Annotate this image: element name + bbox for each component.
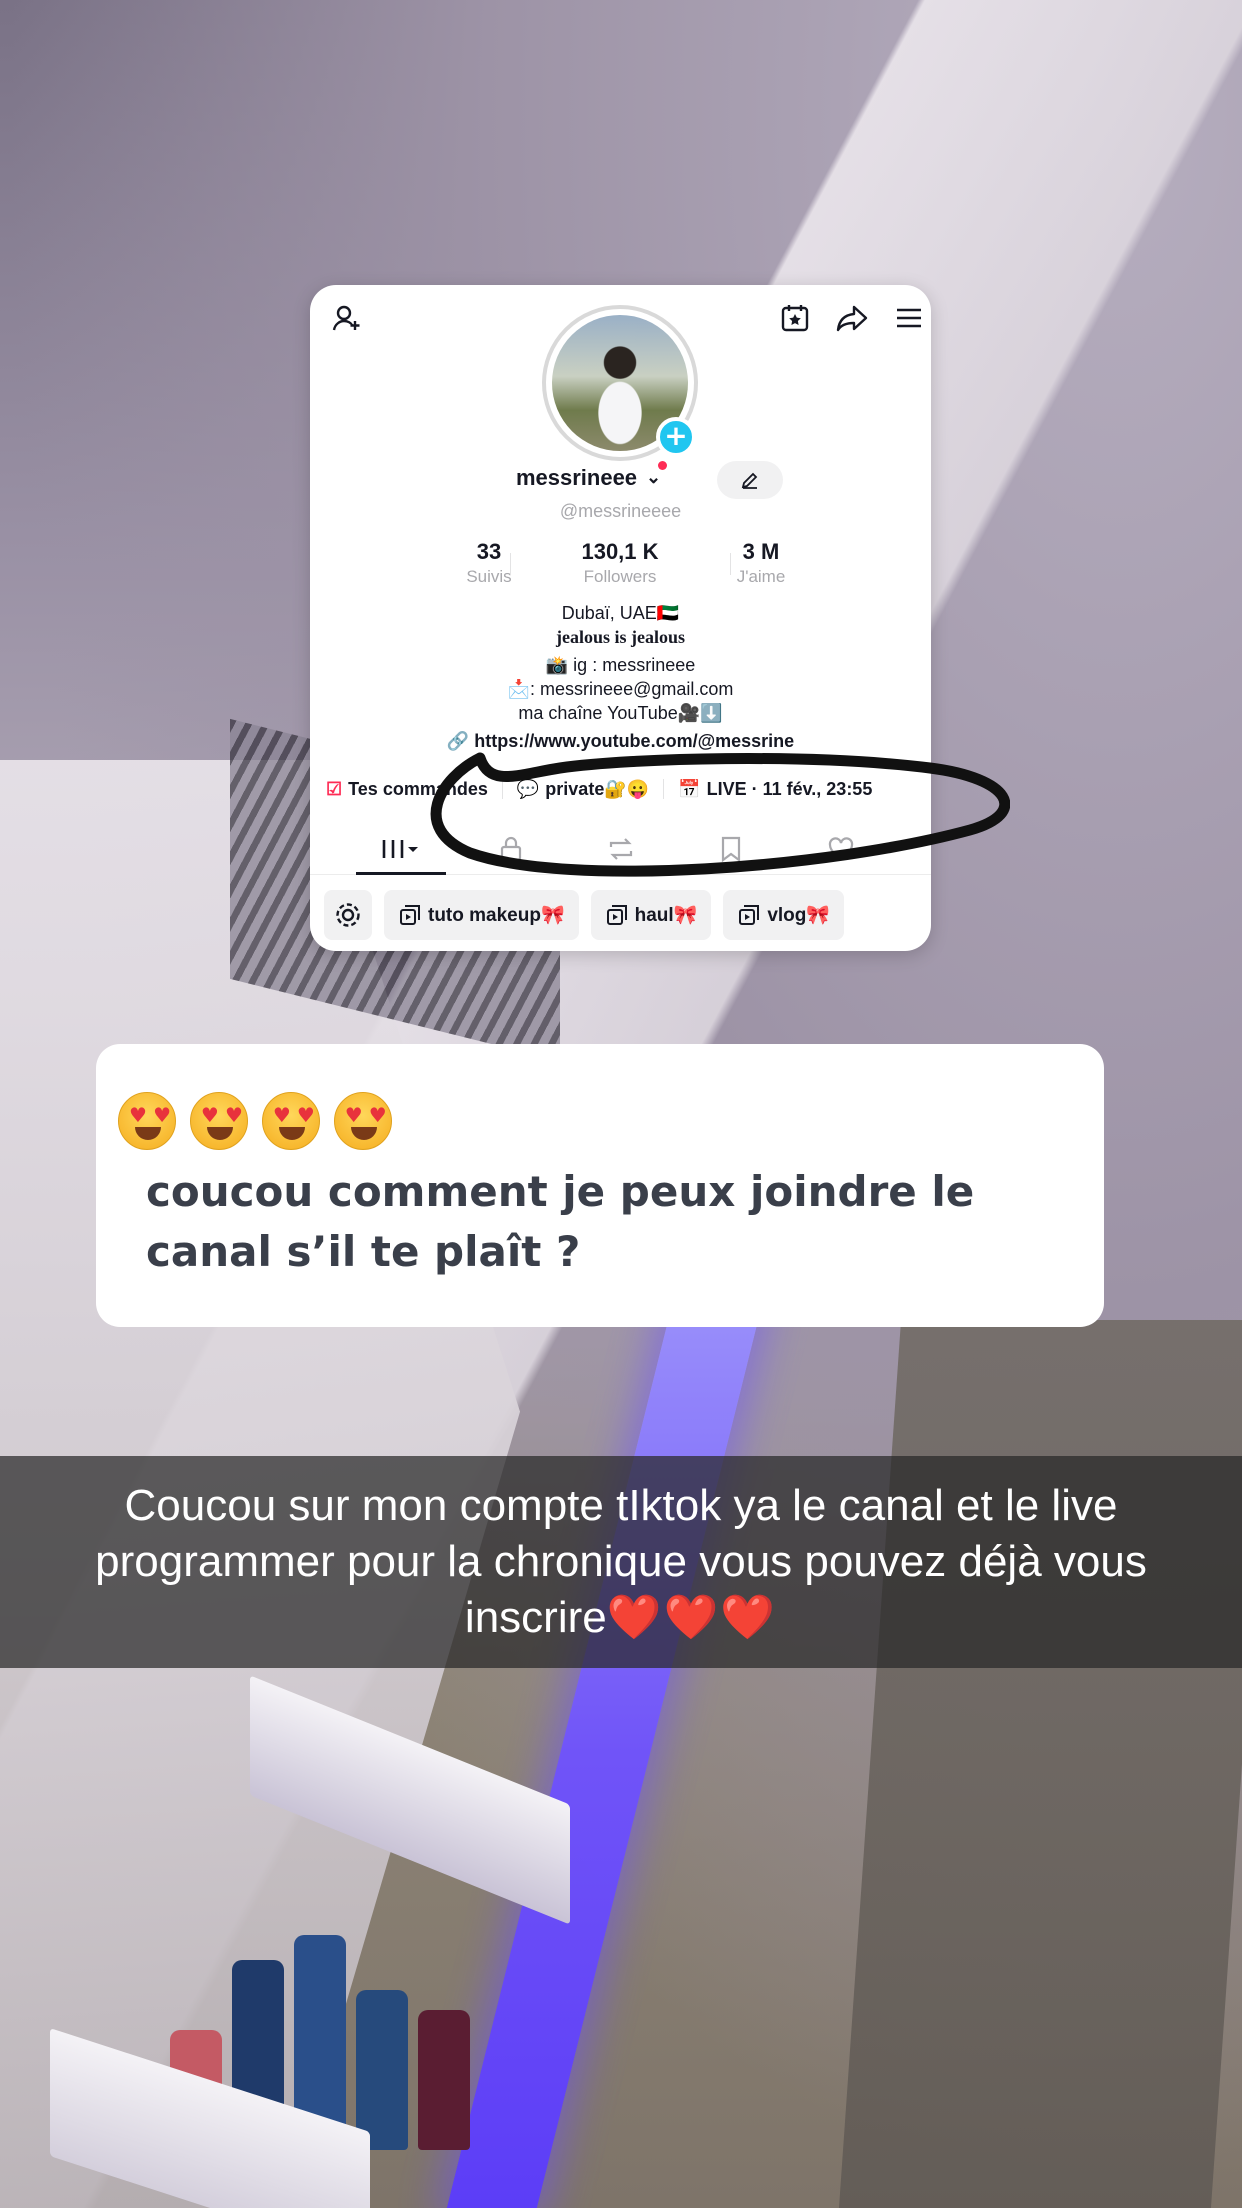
- username-switcher[interactable]: messrineee ⌄: [515, 461, 668, 491]
- stat-likes[interactable]: 3 M J'aime: [701, 539, 821, 587]
- live-event-button[interactable]: 📅 LIVE · 11 fév., 23:55: [670, 779, 880, 800]
- playlist-chip-tuto-makeup[interactable]: tuto makeup🎀: [384, 890, 579, 940]
- stat-divider: [510, 553, 511, 575]
- bio-instagram: 📸 ig : messrineee: [545, 655, 696, 675]
- bio-email: 📩: messrineee@gmail.com: [507, 679, 734, 699]
- bio-youtube: ma chaîne YouTube🎥⬇️: [518, 703, 723, 723]
- story-caption: Coucou sur mon compte tIktok ya le canal…: [0, 1456, 1242, 1668]
- bio-link[interactable]: 🔗 https://www.youtube.com/@messrine: [310, 731, 931, 752]
- active-tab-indicator: [356, 872, 446, 875]
- question-sticker[interactable]: coucou comment je peux joindre le canal …: [96, 1044, 1104, 1327]
- tab-saved[interactable]: [676, 823, 786, 875]
- heart-eyes-emoji: [189, 1092, 248, 1150]
- bookmark-icon: [721, 836, 741, 863]
- heart-eyes-emoji-row: [118, 1092, 396, 1162]
- playlist-chip-vlog[interactable]: vlog🎀: [723, 890, 845, 940]
- share-icon[interactable]: [835, 301, 869, 335]
- lock-icon: [500, 836, 522, 862]
- background-mirror: [838, 1320, 1242, 2208]
- gear-icon: [336, 903, 360, 927]
- profile-handle: @messrineeee: [559, 501, 682, 521]
- live-calendar-icon: 📅: [678, 778, 701, 799]
- tab-reposts[interactable]: [566, 823, 676, 875]
- private-chat-button[interactable]: 💬 private🔐😛: [509, 779, 657, 800]
- playlist-chip-haul[interactable]: haul🎀: [590, 890, 712, 940]
- add-story-icon[interactable]: +: [656, 417, 696, 457]
- playlist-chips: tuto makeup🎀 haul🎀 vlog🎀: [324, 890, 924, 940]
- link-icon: 🔗: [446, 731, 470, 751]
- chevron-down-icon: ⌄: [645, 467, 662, 487]
- tab-private[interactable]: [456, 823, 566, 875]
- question-text: coucou comment je peux joindre le canal …: [146, 1167, 975, 1276]
- calendar-star-icon[interactable]: [778, 301, 812, 335]
- chat-icon: 💬: [516, 778, 540, 799]
- orders-button[interactable]: ☑ Tes commandes: [318, 779, 496, 800]
- tab-liked[interactable]: [786, 823, 896, 875]
- playlist-icon: [606, 905, 627, 925]
- heart-eyes-emoji: [118, 1092, 176, 1150]
- add-friend-icon[interactable]: [330, 301, 364, 335]
- playlist-icon: [739, 905, 760, 925]
- tab-videos[interactable]: [346, 823, 456, 875]
- heart-eyes-emoji: [333, 1092, 392, 1150]
- caption-hearts: ❤️❤️❤️: [606, 1593, 778, 1642]
- edit-profile-button[interactable]: [717, 461, 783, 499]
- tiktok-profile-screenshot: + messrineee ⌄ @messrineeee 33 Suivis 13…: [310, 285, 931, 951]
- profile-shortcuts: ☑ Tes commandes 💬 private🔐😛 📅 LIVE · 11 …: [318, 771, 928, 807]
- bio-tagline: jealous is jealous: [555, 627, 685, 647]
- repost-icon: [609, 838, 633, 860]
- playlist-icon: [400, 905, 420, 925]
- avatar[interactable]: +: [542, 305, 698, 461]
- bio-location: Dubaï, UAE🇦🇪: [561, 603, 680, 623]
- stat-followers[interactable]: 130,1 K Followers: [560, 539, 680, 587]
- notification-dot: [658, 461, 668, 470]
- playlist-settings-button[interactable]: [324, 890, 372, 940]
- username: messrineee: [515, 465, 638, 490]
- heart-icon: [828, 837, 854, 861]
- stat-following[interactable]: 33 Suivis: [429, 539, 549, 587]
- profile-tabs: [310, 823, 931, 875]
- heart-eyes-emoji: [261, 1092, 320, 1150]
- grid-icon: [382, 840, 418, 858]
- pencil-icon: [741, 472, 758, 489]
- orders-icon: ☑: [326, 778, 343, 799]
- menu-icon[interactable]: [892, 301, 926, 335]
